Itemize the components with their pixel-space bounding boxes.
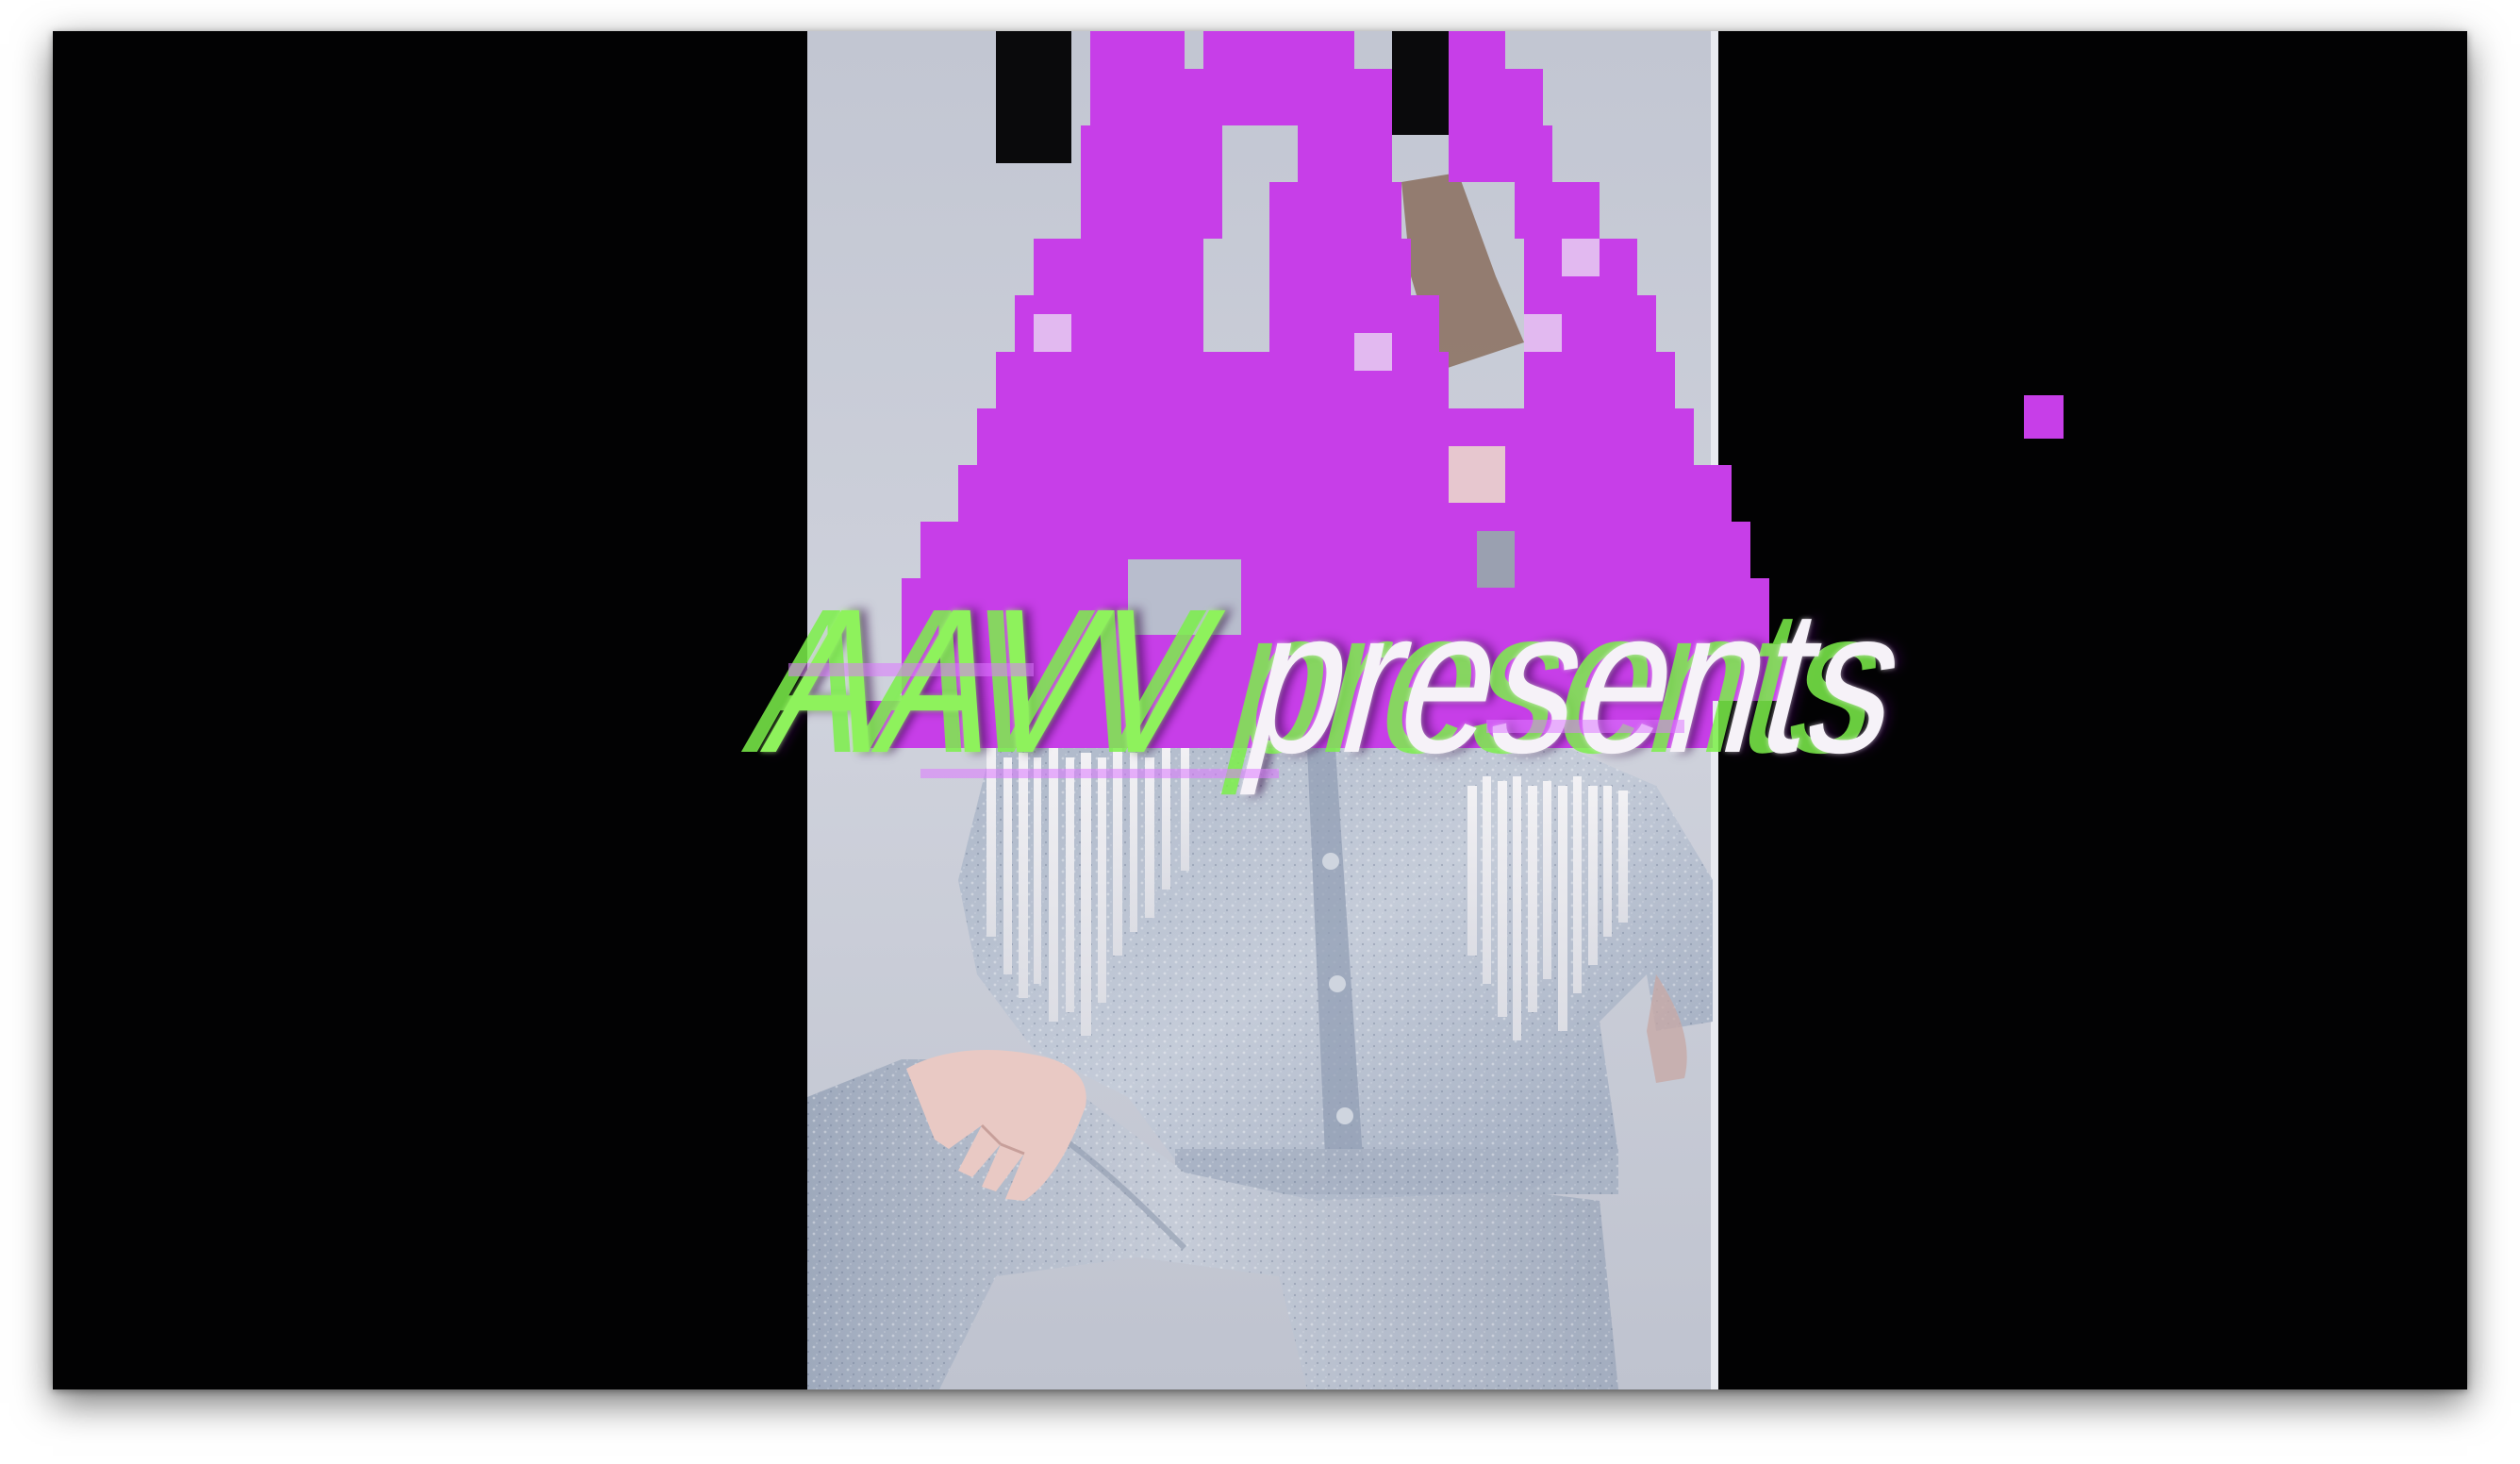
jacket-button: [1322, 853, 1339, 870]
right-black-field: [1717, 31, 2467, 1389]
triangle-window: [1449, 446, 1505, 503]
screenshot-canvas: AAVV presents AAVV presents AAVV present…: [0, 0, 2520, 1464]
hair-strand: [1392, 31, 1449, 135]
video-scene: [53, 31, 2467, 1389]
jacket-button: [1336, 1107, 1353, 1124]
triangle-window: [1128, 559, 1241, 635]
left-black-field: [53, 31, 807, 1389]
jacket-button: [1329, 975, 1346, 992]
triangle-window: [1477, 531, 1515, 588]
video-frame: AAVV presents AAVV presents AAVV present…: [53, 31, 2467, 1389]
pixel-square-icon: [2024, 395, 2064, 439]
hair-strand: [996, 31, 1071, 163]
